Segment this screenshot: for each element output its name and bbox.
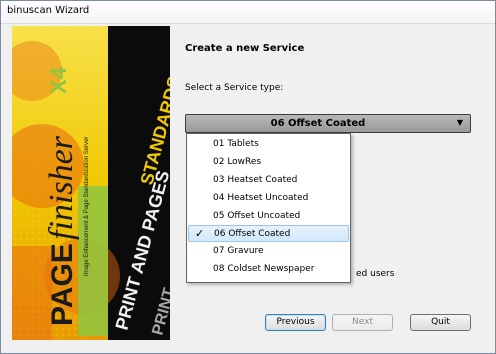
service-type-dropdown[interactable]: 06 Offset Coated ▼ [185, 114, 471, 133]
partially-hidden-option-text: ed users [356, 269, 395, 279]
service-option-label: 01 Tablets [213, 139, 259, 149]
window-title: binuscan Wizard [7, 5, 90, 16]
product-banner: PAGE finisher X4 Image Enhancement & Pag… [12, 26, 170, 340]
dropdown-arrow-icon: ▼ [456, 118, 463, 127]
service-option[interactable]: 03 Heatset Coated [188, 172, 349, 189]
service-option-label: 06 Offset Coated [214, 229, 291, 239]
checkmark-icon: ✓ [195, 227, 205, 240]
service-option-label: 07 Gravure [213, 246, 264, 256]
pagefinisher-logo-image: PAGE finisher X4 Image Enhancement & Pag… [12, 26, 170, 340]
service-option[interactable]: 07 Gravure [188, 243, 349, 260]
quit-button[interactable]: Quit [410, 314, 471, 331]
service-option[interactable]: 04 Heatset Uncoated [188, 190, 349, 207]
next-button[interactable]: Next [332, 314, 393, 331]
service-option[interactable]: 02 LowRes [188, 154, 349, 171]
title-bar[interactable]: binuscan Wizard [1, 1, 495, 24]
service-option-label: 04 Heatset Uncoated [213, 193, 309, 203]
page-heading: Create a new Service [185, 43, 305, 54]
logo-version-text: X4 [46, 66, 71, 94]
service-option-label: 08 Coldset Newspaper [213, 264, 315, 274]
service-option-label: 02 LowRes [213, 157, 262, 167]
service-type-label: Select a Service type: [185, 83, 284, 93]
logo-page-text: PAGE [46, 243, 79, 326]
service-option[interactable]: 01 Tablets [188, 136, 349, 153]
service-option[interactable]: 05 Offset Uncoated [188, 208, 349, 225]
service-type-selected-value: 06 Offset Coated [270, 118, 366, 129]
service-option-selected[interactable]: ✓ 06 Offset Coated [188, 225, 349, 242]
service-option-label: 05 Offset Uncoated [213, 211, 301, 221]
previous-button[interactable]: Previous [265, 314, 326, 331]
service-type-options-list[interactable]: 01 Tablets 02 LowRes 03 Heatset Coated 0… [186, 133, 351, 283]
wizard-window: binuscan Wizard PAGE finisher X4 Image E… [0, 0, 496, 354]
logo-tagline: Image Enhancement & Page Standardization… [84, 137, 90, 276]
logo-finisher-text: finisher [43, 135, 80, 240]
service-option-label: 03 Heatset Coated [213, 175, 298, 185]
service-option[interactable]: 08 Coldset Newspaper [188, 261, 349, 278]
